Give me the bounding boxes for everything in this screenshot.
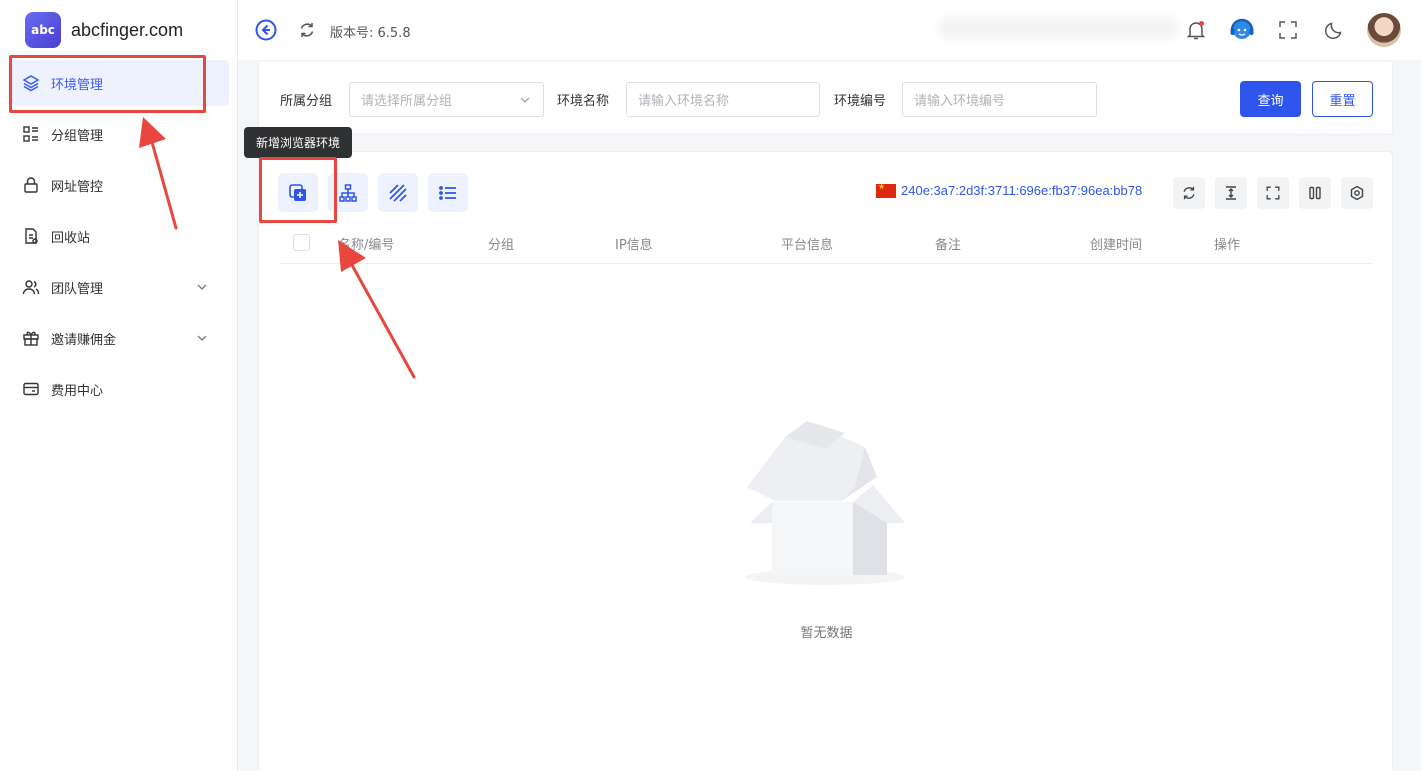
sidebar-item-url-control[interactable]: 网址管控 <box>8 162 229 208</box>
query-button[interactable]: 查询 <box>1240 81 1301 117</box>
name-input[interactable]: 请输入环境名称 <box>626 82 820 117</box>
table-settings-button[interactable] <box>1341 177 1373 209</box>
sidebar-item-billing[interactable]: 费用中心 <box>8 366 229 412</box>
list-view-button[interactable] <box>428 173 468 212</box>
recycle-doc-icon <box>22 227 40 245</box>
environment-table-card: 240e:3a7:2d3f:3711:696e:fb37:96ea:bb78 名… <box>258 151 1393 771</box>
col-group: 分组 <box>488 238 515 253</box>
list-icon <box>439 185 456 200</box>
name-input-placeholder: 请输入环境名称 <box>638 94 730 109</box>
group-label: 所属分组 <box>280 94 333 109</box>
sidebar-item-team[interactable]: 团队管理 <box>8 264 229 310</box>
fullscreen-icon[interactable] <box>1277 19 1299 41</box>
col-actions: 操作 <box>1214 238 1241 253</box>
sidebar: abc abcfinger.com 环境管理 分组管理 网址管控 回收站 团队管… <box>0 0 238 771</box>
name-label: 环境名称 <box>557 94 610 109</box>
highlight-box-add-button <box>259 157 337 223</box>
chevron-down-icon <box>197 284 207 290</box>
col-ip: IP信息 <box>615 238 653 253</box>
wallet-icon <box>22 380 40 398</box>
batch-button[interactable] <box>378 173 418 212</box>
user-avatar[interactable] <box>1367 13 1401 47</box>
col-created: 创建时间 <box>1090 238 1143 253</box>
ip-address: 240e:3a7:2d3f:3711:696e:fb37:96ea:bb78 <box>901 183 1143 198</box>
sidebar-item-recycle-bin[interactable]: 回收站 <box>8 213 229 259</box>
refresh-icon <box>1183 186 1195 200</box>
sidebar-item-label: 网址管控 <box>51 179 104 195</box>
sidebar-item-label: 团队管理 <box>51 281 104 297</box>
reset-button[interactable]: 重置 <box>1312 81 1373 117</box>
sidebar-item-groups[interactable]: 分组管理 <box>8 111 229 157</box>
group-select[interactable]: 请选择所属分组 <box>349 82 544 117</box>
add-env-tooltip: 新增浏览器环境 <box>244 127 352 158</box>
logo[interactable]: abc abcfinger.com <box>25 12 183 48</box>
org-tree-icon <box>339 183 357 202</box>
empty-text: 暂无数据 <box>800 626 853 641</box>
table-header: 名称/编号 分组 IP信息 平台信息 备注 创建时间 操作 <box>279 222 1373 264</box>
group-select-placeholder: 请选择所属分组 <box>361 94 453 109</box>
fingerprint-logo-icon: abc <box>25 12 61 48</box>
refresh-table-button[interactable] <box>1173 177 1205 209</box>
brand-name: abcfinger.com <box>71 19 184 40</box>
redacted-area <box>938 16 1178 40</box>
sidebar-item-referral[interactable]: 邀请赚佣金 <box>8 315 229 361</box>
sidebar-item-label: 费用中心 <box>51 383 104 399</box>
code-label: 环境编号 <box>834 94 887 109</box>
back-icon[interactable] <box>255 19 277 41</box>
refresh-icon[interactable] <box>298 21 316 39</box>
version-text: 版本号: 6.5.8 <box>330 26 411 41</box>
columns-icon <box>1309 186 1321 200</box>
customer-service-icon[interactable] <box>1228 16 1256 44</box>
table-fullscreen-button[interactable] <box>1257 177 1289 209</box>
sidebar-item-label: 回收站 <box>51 230 91 246</box>
fullscreen-icon <box>1266 186 1280 200</box>
col-name: 名称/编号 <box>338 238 395 253</box>
highlight-box-environment <box>9 55 206 113</box>
stripes-icon <box>389 183 407 202</box>
sidebar-menu: 环境管理 分组管理 网址管控 回收站 团队管理 邀请赚佣金 费用中心 <box>8 60 229 417</box>
group-list-icon <box>22 125 40 143</box>
lock-icon <box>22 176 40 194</box>
code-input[interactable]: 请输入环境编号 <box>902 82 1097 117</box>
filter-card: 所属分组 请选择所属分组 环境名称 请输入环境名称 环境编号 请输入环境编号 查… <box>258 60 1393 135</box>
sidebar-item-label: 邀请赚佣金 <box>51 332 117 348</box>
column-settings-button[interactable] <box>1299 177 1331 209</box>
current-ip: 240e:3a7:2d3f:3711:696e:fb37:96ea:bb78 <box>876 182 1143 198</box>
team-icon <box>22 278 40 296</box>
empty-box-icon <box>745 421 905 585</box>
top-header: 版本号: 6.5.8 <box>238 0 1421 60</box>
chevron-down-icon <box>197 335 207 341</box>
sidebar-item-label: 分组管理 <box>51 128 104 144</box>
col-platform: 平台信息 <box>781 238 834 253</box>
chevron-down-icon <box>520 97 530 103</box>
line-height-icon <box>1226 186 1236 200</box>
select-all-checkbox[interactable] <box>293 234 310 251</box>
col-remark: 备注 <box>935 238 962 253</box>
gift-icon <box>22 329 40 347</box>
settings-icon <box>1350 185 1364 201</box>
row-density-button[interactable] <box>1215 177 1247 209</box>
code-input-placeholder: 请输入环境编号 <box>914 94 1006 109</box>
moon-icon[interactable] <box>1323 19 1345 41</box>
china-flag-icon <box>876 182 896 198</box>
bell-icon[interactable] <box>1185 19 1207 41</box>
